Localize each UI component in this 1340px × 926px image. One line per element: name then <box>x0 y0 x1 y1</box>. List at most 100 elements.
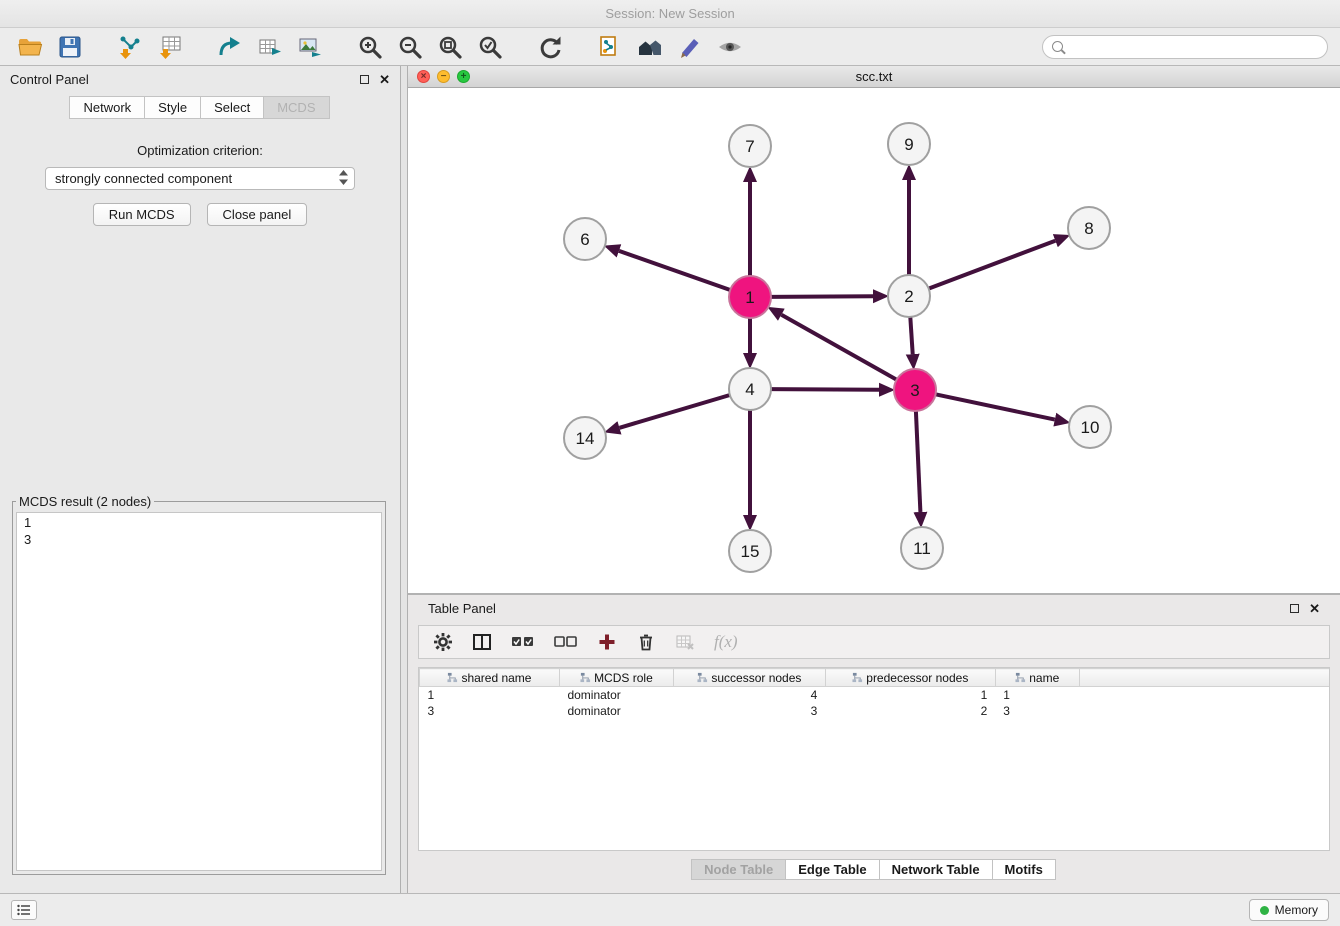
tab-network[interactable]: Network <box>69 96 145 119</box>
select-all-columns-icon[interactable] <box>511 634 535 650</box>
graph-edge-4-14[interactable] <box>620 395 730 428</box>
graph-edge-2-3[interactable] <box>910 317 912 354</box>
zoom-out-icon[interactable] <box>392 32 428 62</box>
import-table-icon[interactable] <box>152 32 188 62</box>
export-image-icon[interactable] <box>292 32 328 62</box>
network-canvas[interactable]: 7968124314101511 <box>408 88 1340 593</box>
column-header-successor-nodes[interactable]: successor nodes <box>673 669 825 687</box>
create-column-plus-icon[interactable] <box>597 632 617 652</box>
cell-shared-name[interactable]: 3 <box>420 703 560 719</box>
float-table-panel-icon[interactable] <box>1290 604 1299 613</box>
zoom-selected-icon[interactable] <box>472 32 508 62</box>
import-network-icon[interactable] <box>112 32 148 62</box>
optimization-criterion-label: Optimization criterion: <box>0 143 400 158</box>
tab-edge-table[interactable]: Edge Table <box>785 859 879 880</box>
graph-edge-4-3[interactable] <box>771 389 879 390</box>
table-row[interactable]: 3dominator323 <box>420 703 1330 719</box>
close-table-panel-icon[interactable]: ✕ <box>1309 602 1320 615</box>
table-settings-gear-icon[interactable] <box>433 632 453 652</box>
close-panel-icon[interactable]: ✕ <box>379 73 390 86</box>
cell-name[interactable]: 1 <box>995 687 1079 703</box>
mcds-result-line: 1 <box>24 514 374 531</box>
cell-predecessor-nodes[interactable]: 2 <box>825 703 995 719</box>
column-header-filler <box>1079 669 1329 687</box>
refresh-icon[interactable] <box>532 32 568 62</box>
graph-edge-3-10[interactable] <box>936 394 1055 419</box>
titlebar: Session: New Session <box>0 0 1340 28</box>
graph-edge-2-8[interactable] <box>929 241 1056 289</box>
float-panel-icon[interactable] <box>360 75 369 84</box>
table-row[interactable]: 1dominator411 <box>420 687 1330 703</box>
delete-columns-trash-icon[interactable] <box>636 632 656 652</box>
column-header-shared-name[interactable]: shared name <box>420 669 560 687</box>
mcds-result-title: MCDS result (2 nodes) <box>16 494 154 509</box>
search-icon <box>1052 41 1063 52</box>
column-header-name[interactable]: name <box>995 669 1079 687</box>
cell-shared-name[interactable]: 1 <box>420 687 560 703</box>
deselect-all-columns-icon[interactable] <box>554 634 578 650</box>
column-header-predecessor-nodes[interactable]: predecessor nodes <box>825 669 995 687</box>
show-column-browser-icon[interactable] <box>472 632 492 652</box>
dropdown-stepper-icon <box>339 170 348 188</box>
home-icon[interactable] <box>632 32 668 62</box>
network-graph[interactable]: 7968124314101511 <box>408 88 1340 593</box>
mcds-result-list[interactable]: 13 <box>16 512 382 871</box>
search-field[interactable] <box>1042 35 1328 59</box>
cell-successor-nodes[interactable]: 3 <box>673 703 825 719</box>
table-panel-title: Table Panel <box>428 601 496 616</box>
memory-label: Memory <box>1275 903 1318 917</box>
graph-edge-1-6[interactable] <box>619 251 730 290</box>
network-window-title: scc.txt <box>856 69 893 84</box>
new-network-from-selection-icon[interactable] <box>592 32 628 62</box>
show-hide-details-eye-icon[interactable] <box>712 32 748 62</box>
run-mcds-button[interactable]: Run MCDS <box>93 203 191 226</box>
open-session-icon[interactable] <box>12 32 48 62</box>
network-window: × − + scc.txt 7968124314101511 <box>408 66 1340 593</box>
cell-MCDS-role[interactable]: dominator <box>559 687 673 703</box>
graph-node-label-1: 1 <box>745 288 754 307</box>
graph-node-label-2: 2 <box>904 287 913 306</box>
graph-edge-1-2[interactable] <box>771 296 873 297</box>
zoom-fit-icon[interactable] <box>432 32 468 62</box>
table-panel-tabs: Node TableEdge TableNetwork TableMotifs <box>418 859 1330 880</box>
minimize-window-button[interactable]: − <box>437 70 450 83</box>
graph-node-label-10: 10 <box>1081 418 1100 437</box>
apply-style-icon[interactable] <box>672 32 708 62</box>
graph-node-label-14: 14 <box>576 429 595 448</box>
app-window: Session: New Session <box>0 0 1340 926</box>
tab-mcds[interactable]: MCDS <box>263 96 329 119</box>
tab-style[interactable]: Style <box>144 96 201 119</box>
column-type-icon <box>447 671 461 685</box>
column-header-MCDS-role[interactable]: MCDS role <box>559 669 673 687</box>
cell-predecessor-nodes[interactable]: 1 <box>825 687 995 703</box>
task-history-button[interactable] <box>11 900 37 920</box>
export-table-icon[interactable] <box>252 32 288 62</box>
optimization-criterion-select[interactable]: strongly connected component <box>45 167 355 190</box>
close-panel-button[interactable]: Close panel <box>207 203 308 226</box>
cell-MCDS-role[interactable]: dominator <box>559 703 673 719</box>
table-toolbar: f(x) <box>418 625 1330 659</box>
tab-select[interactable]: Select <box>200 96 264 119</box>
column-type-icon <box>852 671 866 685</box>
zoom-window-button[interactable]: + <box>457 70 470 83</box>
graph-node-label-6: 6 <box>580 230 589 249</box>
cell-name[interactable]: 3 <box>995 703 1079 719</box>
tab-motifs[interactable]: Motifs <box>992 859 1056 880</box>
memory-button[interactable]: Memory <box>1249 899 1329 921</box>
graph-edge-3-11[interactable] <box>916 411 921 512</box>
search-input[interactable] <box>1069 38 1318 55</box>
export-network-icon[interactable] <box>212 32 248 62</box>
tab-network-table[interactable]: Network Table <box>879 859 993 880</box>
graph-node-label-9: 9 <box>904 135 913 154</box>
cell-successor-nodes[interactable]: 4 <box>673 687 825 703</box>
column-type-icon <box>1015 671 1029 685</box>
tab-node-table[interactable]: Node Table <box>691 859 786 880</box>
panel-resize-gutter[interactable] <box>400 66 408 893</box>
graph-edge-3-1[interactable] <box>781 315 896 380</box>
control-panel-title: Control Panel <box>10 72 89 87</box>
zoom-in-icon[interactable] <box>352 32 388 62</box>
close-window-button[interactable]: × <box>417 70 430 83</box>
save-session-icon[interactable] <box>52 32 88 62</box>
mcds-result-box: MCDS result (2 nodes) 13 <box>12 494 386 875</box>
task-list-icon <box>17 904 31 916</box>
